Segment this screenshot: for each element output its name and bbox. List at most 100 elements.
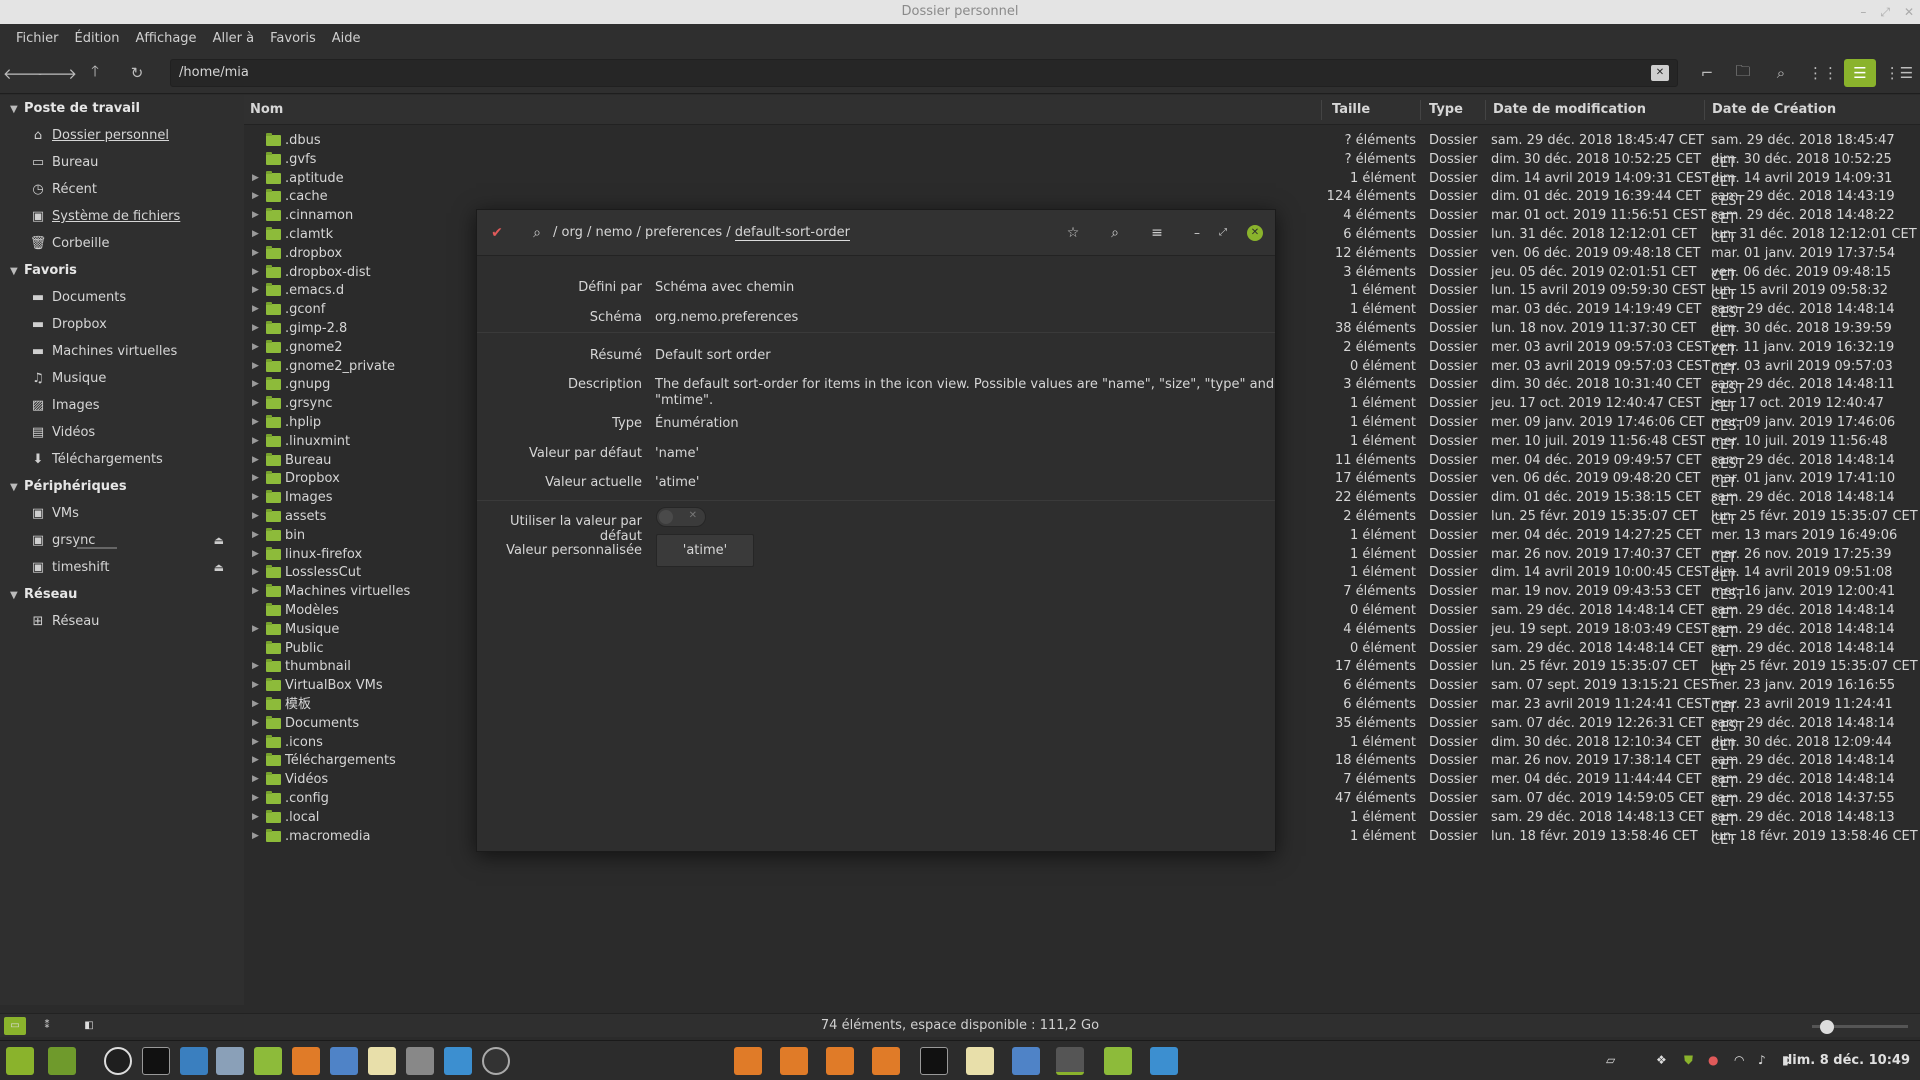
expand-triangle-icon[interactable]: ▼ [10,96,24,123]
terminal-window-icon[interactable] [920,1047,948,1075]
hamburger-menu-icon[interactable]: ≡ [1147,223,1167,243]
text-editor-window-icon[interactable] [966,1047,994,1075]
sound-tray-icon[interactable]: ♪ [1758,1053,1774,1069]
menu-4[interactable]: Favoris [262,31,324,46]
custom-value-input[interactable]: 'atime' [656,534,754,567]
compact-view-icon[interactable]: ⋮☰ [1885,60,1913,86]
dconf-window-icon[interactable] [1056,1047,1084,1075]
firefox-window-1-icon[interactable] [734,1047,762,1075]
firefox-window-4-icon[interactable] [872,1047,900,1075]
sidebar-item[interactable]: ▣ VMs [0,500,244,527]
sidebar-section-header[interactable]: ▼ Favoris [0,257,244,284]
menu-2[interactable]: Affichage [127,31,204,46]
sidebar-item[interactable]: ⌂ Dossier personnel [0,122,244,149]
bookmark-star-icon[interactable]: ☆ [1063,223,1083,243]
reload-icon[interactable]: ↻ [124,60,150,86]
menu-3[interactable]: Aller à [205,31,263,46]
mint-menu-icon[interactable] [6,1047,34,1075]
terminal-launcher-icon[interactable] [142,1047,170,1075]
crumb-preferences[interactable]: preferences [645,225,722,240]
icon-view-icon[interactable]: ⋮⋮ [1808,60,1838,86]
expand-triangle-icon[interactable]: ▼ [10,474,24,501]
clock-app-icon[interactable] [104,1047,132,1075]
sidebar-item-label: timeshift [52,560,110,575]
sidebar-item[interactable]: ▬ Dropbox [0,311,244,338]
minimize-icon[interactable]: – [1860,0,1866,24]
list-view-icon[interactable]: ☰ [1844,59,1876,87]
show-desktop-icon[interactable] [48,1047,76,1075]
firefox-launcher-icon[interactable] [292,1047,320,1075]
firefox-window-2-icon[interactable] [780,1047,808,1075]
shield-tray-icon[interactable]: ⛊ [1684,1053,1700,1069]
clear-path-icon[interactable]: ✕ [1651,65,1669,81]
update-tray-icon[interactable]: ● [1708,1053,1724,1069]
zoom-slider[interactable] [1812,1020,1908,1034]
sidebar-item[interactable]: ▣ grsync ⏏ [0,527,244,554]
column-size[interactable]: Taille [1332,95,1370,125]
sidebar-section-header[interactable]: ▼ Réseau [0,581,244,608]
folder-icon [266,245,281,259]
sidebar-item[interactable]: ⬇ Téléchargements [0,446,244,473]
writer-window-icon[interactable] [1012,1047,1040,1075]
dialog-maximize-icon[interactable]: ⤢ [1213,223,1233,243]
dialog-close-icon[interactable]: ✕ [1247,225,1263,241]
app-launcher-icon[interactable] [444,1047,472,1075]
crumb-nemo[interactable]: nemo [596,225,633,240]
menu-0[interactable]: Fichier [8,31,67,46]
text-editor-launcher-icon[interactable] [368,1047,396,1075]
search-icon[interactable]: ⌕ [1768,60,1794,86]
sidebar-item[interactable]: 🗑 Corbeille [0,230,244,257]
maximize-icon[interactable]: ⤢ [1880,0,1890,24]
sidebar-item[interactable]: ▨ Images [0,392,244,419]
use-default-toggle[interactable]: ✕ [656,507,706,527]
expand-row-icon[interactable]: ▶ [252,825,259,848]
sidebar-item[interactable]: ▣ Système de fichiers [0,203,244,230]
monitor-launcher-icon[interactable] [180,1047,208,1075]
files-launcher-icon[interactable] [254,1047,282,1075]
location-bar[interactable]: /home/mia ✕ [170,59,1678,87]
clock-label[interactable]: dim. 8 déc. 10:49 [1783,1041,1910,1080]
image-icon: ▨ [31,398,45,413]
writer-launcher-icon[interactable] [330,1047,358,1075]
files-window-icon[interactable] [1104,1047,1132,1075]
sidebar-item[interactable]: ♫ Musique [0,365,244,392]
sidebar-item[interactable]: ▭ Bureau [0,149,244,176]
sidebar-item[interactable]: ▤ Vidéos [0,419,244,446]
firefox-window-3-icon[interactable] [826,1047,854,1075]
back-icon[interactable]: 🡐 [3,60,43,86]
sidebar-item[interactable]: ▬ Documents [0,284,244,311]
expand-triangle-icon[interactable]: ▼ [10,258,24,285]
crumb-org[interactable]: org [562,225,583,240]
sidebar-item[interactable]: ◷ Récent [0,176,244,203]
dialog-minimize-icon[interactable]: – [1187,223,1207,243]
column-modified[interactable]: Date de modification [1493,95,1646,125]
sidebar-section-header[interactable]: ▼ Périphériques [0,473,244,500]
dropbox-tray-icon[interactable]: ❖ [1656,1053,1672,1069]
column-name[interactable]: Nom [250,95,283,125]
eject-icon[interactable]: ⏏ [214,554,224,581]
wifi-tray-icon[interactable]: ◠ [1734,1053,1750,1069]
notes-tray-icon[interactable]: ▱ [1606,1053,1622,1069]
up-icon[interactable]: 🡑 [82,60,108,86]
menu-1[interactable]: Édition [67,31,128,46]
eject-icon[interactable]: ⏏ [214,527,224,554]
calculator-launcher-icon[interactable] [406,1047,434,1075]
column-created[interactable]: Date de Création [1712,95,1836,125]
new-folder-icon[interactable]: 🗀 [1730,60,1756,86]
forward-icon[interactable]: 🡒 [37,60,77,86]
sidebar-section-header[interactable]: ▼ Poste de travail [0,95,244,122]
menu-5[interactable]: Aide [324,31,369,46]
crumb-current-key[interactable]: default-sort-order [734,225,850,241]
close-icon[interactable]: ✕ [1904,0,1914,24]
column-type[interactable]: Type [1429,95,1463,125]
dialog-search-icon[interactable]: ⌕ [1105,223,1125,243]
sidebar-item[interactable]: ▣ timeshift ⏏ [0,554,244,581]
screenshot-launcher-icon[interactable] [216,1047,244,1075]
media-launcher-icon[interactable] [482,1047,510,1075]
key-search-icon[interactable]: ⌕ [527,223,547,243]
sidebar-item[interactable]: ⊞ Réseau [0,608,244,635]
sidebar-item[interactable]: ▬ Machines virtuelles [0,338,244,365]
expand-triangle-icon[interactable]: ▼ [10,582,24,609]
toggle-location-icon[interactable]: ⌐ [1694,60,1720,86]
app-window-icon[interactable] [1150,1047,1178,1075]
